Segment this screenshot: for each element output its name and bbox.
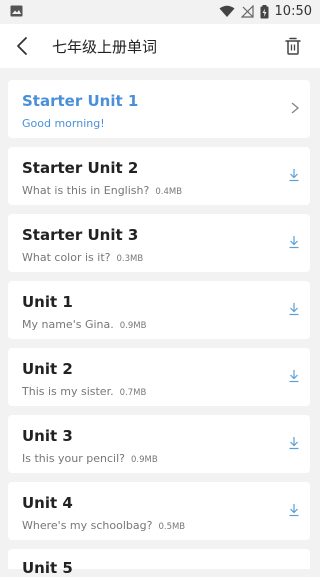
download-icon[interactable] bbox=[288, 302, 300, 316]
list-item[interactable]: Unit 4 Where's my schoolbag? 0.5MB bbox=[8, 482, 310, 540]
image-notification-icon bbox=[10, 5, 23, 17]
chevron-right-icon[interactable] bbox=[288, 100, 300, 116]
back-arrow-icon[interactable] bbox=[12, 35, 34, 57]
unit-sentence: Is this your pencil? 0.9MB bbox=[22, 452, 158, 465]
download-icon[interactable] bbox=[288, 369, 300, 383]
unit-name: Starter Unit 3 bbox=[22, 226, 139, 244]
unit-sentence: My name's Gina. 0.9MB bbox=[22, 318, 147, 331]
download-icon[interactable] bbox=[288, 503, 300, 517]
page-title: 七年级上册单词 bbox=[52, 38, 158, 56]
unit-name: Unit 3 bbox=[22, 427, 73, 445]
file-size: 0.9MB bbox=[131, 455, 158, 465]
list-item[interactable]: Starter Unit 1 Good morning! bbox=[8, 80, 310, 138]
unit-sentence: What is this in English? 0.4MB bbox=[22, 184, 183, 197]
list-item[interactable]: Starter Unit 2 What is this in English? 0… bbox=[8, 147, 310, 205]
no-signal-icon bbox=[240, 5, 254, 18]
list-item[interactable]: Starter Unit 3 What color is it? 0.3MB bbox=[8, 214, 310, 272]
unit-sentence: This is my sister. 0.7MB bbox=[22, 385, 147, 398]
status-bar: 10:50 bbox=[0, 0, 320, 24]
list-item[interactable]: Unit 5 bbox=[8, 549, 310, 577]
app-bar: 七年级上册单词 bbox=[0, 24, 320, 68]
unit-name: Starter Unit 2 bbox=[22, 159, 139, 177]
unit-sentence: Good morning! bbox=[22, 117, 105, 130]
download-icon[interactable] bbox=[288, 436, 300, 450]
list-item[interactable]: Unit 3 Is this your pencil? 0.9MB bbox=[8, 415, 310, 473]
download-icon[interactable] bbox=[288, 235, 300, 249]
file-size: 0.9MB bbox=[119, 321, 147, 331]
file-size: 0.7MB bbox=[119, 388, 147, 398]
unit-name: Unit 4 bbox=[22, 494, 73, 512]
unit-name: Starter Unit 1 bbox=[22, 92, 139, 110]
list-item[interactable]: Unit 2 This is my sister. 0.7MB bbox=[8, 348, 310, 406]
wifi-icon bbox=[219, 5, 235, 17]
unit-name: Unit 2 bbox=[22, 360, 73, 378]
battery-icon bbox=[260, 4, 269, 18]
status-time: 10:50 bbox=[274, 4, 312, 19]
download-icon[interactable] bbox=[288, 168, 300, 182]
unit-name: Unit 1 bbox=[22, 293, 73, 311]
trash-icon[interactable] bbox=[284, 36, 302, 56]
unit-name: Unit 5 bbox=[22, 559, 73, 577]
unit-sentence: Where's my schoolbag? 0.5MB bbox=[22, 519, 186, 532]
file-size: 0.5MB bbox=[158, 522, 186, 532]
file-size: 0.4MB bbox=[155, 187, 183, 197]
list-item[interactable]: Unit 1 My name's Gina. 0.9MB bbox=[8, 281, 310, 339]
unit-sentence: What color is it? 0.3MB bbox=[22, 251, 144, 264]
file-size: 0.3MB bbox=[116, 254, 144, 264]
